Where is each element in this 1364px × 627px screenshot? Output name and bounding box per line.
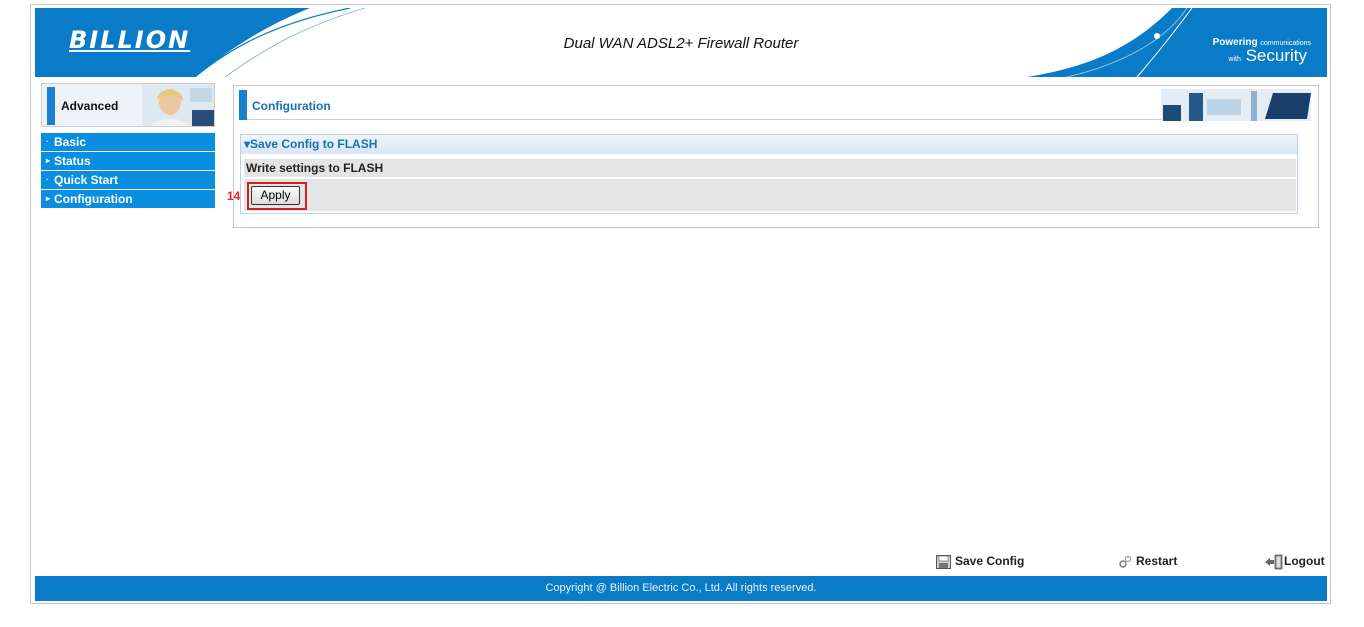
sidebar-item-basic[interactable]: · Basic — [41, 133, 215, 151]
restart-label: Restart — [1136, 554, 1178, 568]
write-settings-label: Write settings to FLASH — [244, 159, 1296, 177]
sidebar-item-configuration[interactable]: ▸ Configuration — [41, 190, 215, 208]
save-config-label: Save Config — [955, 554, 1025, 568]
woman-photo-icon — [142, 84, 214, 126]
advanced-label: Advanced — [61, 99, 119, 113]
header-banner: BILLION Dual WAN ADSL2+ Firewall Router … — [35, 8, 1327, 77]
apply-button[interactable]: Apply — [251, 186, 300, 205]
sidebar-item-quick-start[interactable]: · Quick Start — [41, 171, 215, 189]
restart-icon — [1119, 555, 1132, 568]
header-accent-bar — [239, 90, 247, 120]
office-photo-icon — [1161, 89, 1311, 121]
tagline-security: with Security — [1228, 46, 1307, 65]
save-config-link[interactable]: Save Config — [936, 554, 1024, 569]
annotation-number: 14 — [227, 189, 241, 203]
configuration-header: Configuration — [239, 89, 1311, 121]
apply-row — [244, 179, 1296, 211]
advanced-section-header: Advanced — [41, 83, 215, 127]
logout-label: Logout — [1284, 554, 1325, 569]
sidebar-menu: · Basic ▸ Status · Quick Start ▸ Configurati… — [41, 133, 215, 209]
restart-link[interactable]: Restart — [1118, 554, 1177, 569]
copyright-footer: Copyright @ Billion Electric Co., Ltd. A… — [35, 576, 1327, 601]
save-config-panel-title[interactable]: ▾Save Config to FLASH — [241, 135, 1297, 154]
configuration-title: Configuration — [252, 99, 331, 113]
sidebar-item-status[interactable]: ▸ Status — [41, 152, 215, 170]
logout-link[interactable]: Logout — [1264, 554, 1325, 570]
logout-door-icon — [1265, 554, 1283, 570]
save-config-panel: ▾Save Config to FLASH Write settings to … — [240, 134, 1298, 214]
floppy-disk-icon — [936, 554, 951, 569]
section-accent-bar — [47, 87, 55, 125]
